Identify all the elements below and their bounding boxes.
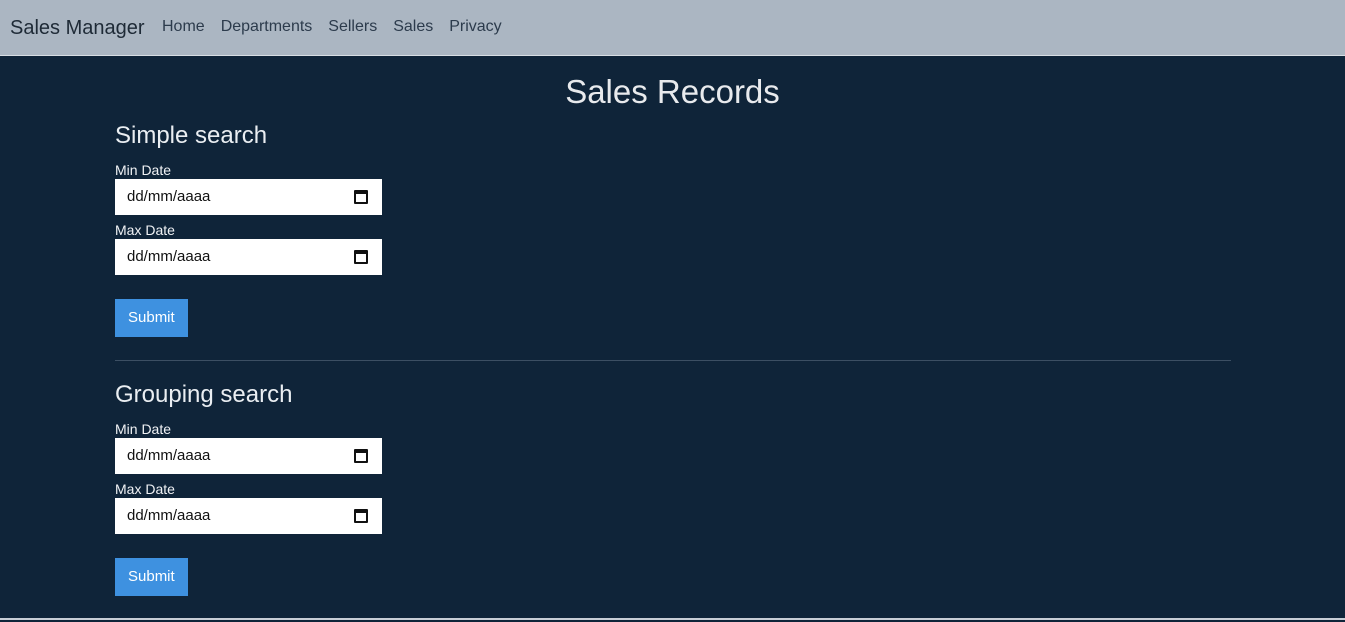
section-divider <box>115 360 1231 361</box>
footer-rule <box>0 618 1345 620</box>
simple-min-date-value: dd/mm/aaaa <box>127 188 211 205</box>
simple-search-title: Simple search <box>115 122 268 149</box>
grouping-search-section: Grouping search Min Date dd/mm/aaaa Max … <box>115 380 1231 596</box>
simple-min-date-input[interactable]: dd/mm/aaaa <box>115 179 382 215</box>
page-title: Sales Records <box>565 73 780 110</box>
grouping-min-date-input[interactable]: dd/mm/aaaa <box>115 438 382 474</box>
nav-link-privacy[interactable]: Privacy <box>441 16 509 38</box>
top-navbar: Sales Manager Home Departments Sellers S… <box>0 0 1345 56</box>
grouping-search-title: Grouping search <box>115 381 293 408</box>
calendar-icon[interactable] <box>354 509 368 523</box>
calendar-icon[interactable] <box>354 250 368 264</box>
grouping-min-date-value: dd/mm/aaaa <box>127 447 211 464</box>
calendar-icon[interactable] <box>354 190 368 204</box>
simple-submit-button[interactable]: Submit <box>115 299 188 337</box>
simple-max-date-value: dd/mm/aaaa <box>127 248 211 265</box>
grouping-max-date-value: dd/mm/aaaa <box>127 507 211 524</box>
simple-max-date-label: Max Date <box>115 222 175 238</box>
nav-links: Home Departments Sellers Sales Privacy <box>154 16 510 38</box>
nav-link-sellers[interactable]: Sellers <box>320 16 385 38</box>
simple-min-date-label: Min Date <box>115 162 172 178</box>
grouping-submit-button[interactable]: Submit <box>115 558 188 596</box>
simple-search-section: Simple search Min Date dd/mm/aaaa Max Da… <box>115 121 1231 337</box>
grouping-max-date-label: Max Date <box>115 481 175 497</box>
grouping-min-date-label: Min Date <box>115 421 172 437</box>
calendar-icon[interactable] <box>354 449 368 463</box>
grouping-max-date-input[interactable]: dd/mm/aaaa <box>115 498 382 534</box>
nav-link-sales[interactable]: Sales <box>385 16 441 38</box>
brand-link[interactable]: Sales Manager <box>10 15 145 41</box>
simple-max-date-input[interactable]: dd/mm/aaaa <box>115 239 382 275</box>
nav-link-home[interactable]: Home <box>154 16 213 38</box>
nav-link-departments[interactable]: Departments <box>213 16 321 38</box>
